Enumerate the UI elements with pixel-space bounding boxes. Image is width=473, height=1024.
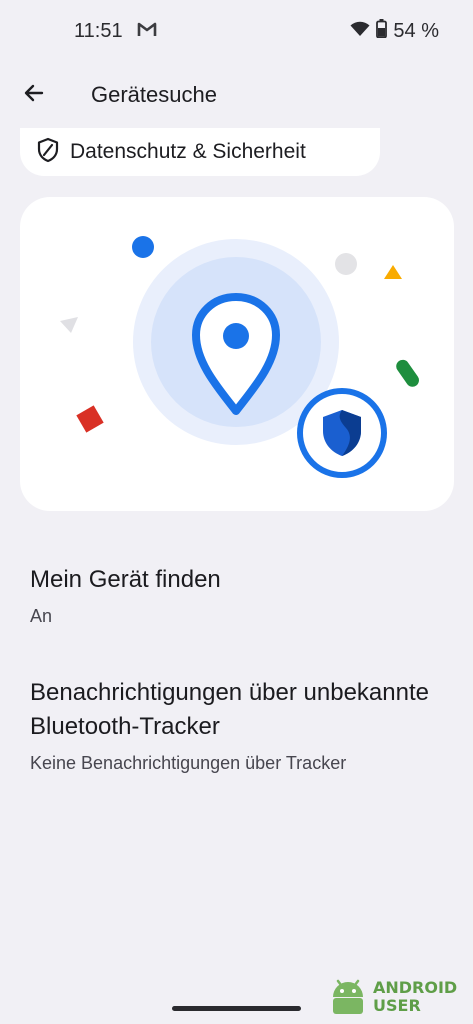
battery-percentage: 54 % [393, 19, 439, 42]
setting-title: Mein Gerät finden [30, 566, 221, 593]
shield-icon [36, 137, 60, 168]
setting-find-my-device[interactable]: Mein Gerät finden An [30, 563, 450, 629]
watermark-line2: USER [373, 996, 421, 1015]
setting-subtitle: Keine Benachrichtigungen über Tracker [30, 753, 347, 773]
chip-label: Datenschutz & Sicherheit [70, 140, 306, 163]
watermark-line1: ANDROID [373, 978, 458, 997]
status-time: 11:51 [74, 19, 123, 42]
watermark: ANDROID USER [327, 975, 467, 1019]
status-left: 11:51 [74, 20, 157, 43]
privacy-security-chip[interactable]: Datenschutz & Sicherheit [20, 128, 380, 176]
setting-subtitle: An [30, 606, 53, 626]
gmail-icon [137, 21, 157, 42]
android-robot-icon [327, 975, 369, 1020]
arrow-back-icon [22, 81, 46, 110]
watermark-text: ANDROID USER [373, 979, 457, 1015]
page-title: Gerätesuche [91, 82, 217, 107]
hero-illustration-card [20, 197, 454, 511]
gesture-nav-handle[interactable] [172, 1006, 301, 1011]
top-app-bar: Gerätesuche [0, 62, 473, 128]
status-bar: 11:51 54 % [0, 0, 473, 62]
back-button[interactable] [14, 75, 54, 115]
status-right: 54 % [350, 19, 439, 43]
setting-title: Benachrichtigungen über unbekannte Bluet… [30, 679, 429, 740]
location-pin-with-shield-illustration [60, 236, 419, 478]
battery-icon [376, 19, 388, 43]
setting-unknown-tracker-alerts[interactable]: Benachrichtigungen über unbekannte Bluet… [30, 676, 450, 776]
wifi-icon [350, 21, 370, 42]
